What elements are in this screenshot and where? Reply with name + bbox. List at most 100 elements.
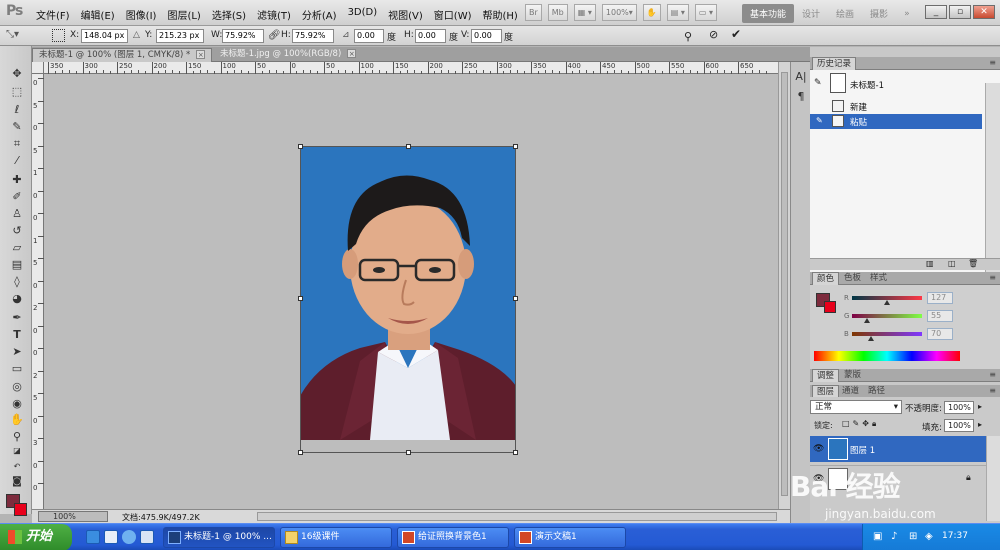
new-document-from-state-icon[interactable]: ▥ [926, 259, 934, 268]
document-horizontal-scrollbar[interactable] [257, 512, 777, 521]
transform-handle-tr[interactable] [513, 144, 518, 149]
tab-styles[interactable]: 样式 [866, 272, 891, 285]
fill-field[interactable]: 100% [944, 419, 974, 432]
hskew-field[interactable]: 0.00 [415, 29, 446, 43]
taskbar-ppt-2[interactable]: 演示文稿1 [514, 527, 626, 548]
r-slider-knob[interactable] [884, 300, 890, 305]
menu-help[interactable]: 帮助(H) [483, 7, 518, 22]
transform-handle-bl[interactable] [298, 450, 303, 455]
panel-menu-icon[interactable]: ≡ [989, 370, 996, 379]
quick-mask-icon[interactable]: ◙ [9, 474, 25, 490]
lock-options-icon[interactable]: □✎✥🔒︎ [842, 419, 879, 429]
3d-orbit-tool-icon[interactable]: ◉ [9, 396, 25, 412]
workspace-more-button[interactable]: » [896, 6, 918, 22]
fill-arrow-icon[interactable]: ▸ [978, 420, 982, 429]
tab-color[interactable]: 颜色 [812, 272, 840, 285]
history-brush-tool-icon[interactable]: ↺ [9, 223, 25, 239]
opacity-field[interactable]: 100% [944, 401, 974, 414]
workspace-design[interactable]: 设计 [794, 4, 828, 23]
menu-analysis[interactable]: 分析(A) [302, 7, 337, 22]
restore-button[interactable]: ▫ [949, 5, 971, 19]
menu-layer[interactable]: 图层(L) [167, 7, 200, 22]
eraser-tool-icon[interactable]: ▱ [9, 240, 25, 256]
move-tool-icon[interactable]: ✥ [9, 66, 25, 82]
panel-menu-icon[interactable]: ≡ [989, 386, 996, 395]
crop-tool-icon[interactable]: ⌗ [9, 136, 25, 152]
tab-close-icon[interactable]: × [347, 49, 357, 58]
delete-state-icon[interactable]: 🗑︎ [968, 259, 978, 268]
volume-icon[interactable]: ♪ [891, 531, 897, 542]
mini-bridge-button[interactable]: Mb [547, 4, 568, 21]
menu-filter[interactable]: 滤镜(T) [257, 7, 291, 22]
default-colors-icon[interactable]: ◪ ↶ [9, 443, 25, 471]
link-icon[interactable]: 🔗︎ [268, 30, 281, 41]
language-bar-icon[interactable]: ▣ [873, 531, 882, 542]
3d-rotate-tool-icon[interactable]: ◎ [9, 379, 25, 395]
zoom-level-select[interactable]: 100% ▾ [601, 4, 637, 21]
transform-handle-l[interactable] [298, 296, 303, 301]
taskbar-ppt-1[interactable]: 给证照换背景色1 [397, 527, 509, 548]
tab-swatches[interactable]: 色板 [840, 272, 865, 285]
history-item-new[interactable]: 新建 [810, 99, 982, 114]
pen-tool-icon[interactable]: ✒ [9, 310, 25, 326]
transform-handle-tl[interactable] [298, 144, 303, 149]
menu-select[interactable]: 选择(S) [212, 7, 246, 22]
tab-history[interactable]: 历史记录 [812, 57, 857, 70]
b-slider-knob[interactable] [867, 336, 874, 341]
layers-scrollbar[interactable] [986, 436, 1000, 521]
security-icon[interactable]: ◈ [925, 531, 933, 542]
taskbar-folder[interactable]: 16级课件 [280, 527, 392, 548]
tab-masks[interactable]: 蒙版 [840, 369, 865, 382]
x-field[interactable]: 148.04 px [81, 29, 128, 43]
screen-mode-button[interactable]: ▭ ▾ [694, 4, 717, 21]
menu-image[interactable]: 图像(I) [126, 7, 157, 22]
snapshot-label[interactable]: 未标题-1 [850, 79, 884, 91]
transform-handle-b[interactable] [406, 450, 411, 455]
snapshot-brush-icon[interactable]: ✎ [814, 78, 822, 88]
warp-mode-icon[interactable]: ⚲ [684, 30, 692, 43]
marquee-tool-icon[interactable]: ⬚ [9, 84, 25, 100]
color-background-swatch[interactable] [824, 301, 836, 313]
b-slider[interactable] [852, 332, 922, 336]
menu-edit[interactable]: 编辑(E) [81, 7, 115, 22]
workspace-photography[interactable]: 摄影 [862, 4, 896, 23]
history-item-paste[interactable]: ✎ 粘贴 [810, 114, 982, 129]
tab-document-1[interactable]: 未标题-1 @ 100% (图层 1, CMYK/8) * × [32, 48, 213, 62]
document-vertical-scrollbar[interactable] [778, 62, 790, 509]
visibility-eye-icon[interactable]: 👁︎ [813, 444, 824, 454]
transform-handle-br[interactable] [513, 450, 518, 455]
width-field[interactable]: 75.92% [222, 29, 264, 43]
relative-position-icon[interactable]: △ [133, 30, 140, 40]
quicklaunch-ie-icon[interactable] [122, 530, 136, 544]
hand-tool-button[interactable]: ✋ [642, 4, 661, 21]
start-button[interactable]: 开始 [0, 524, 72, 550]
network-icon[interactable]: ⊞ [909, 531, 917, 542]
path-select-tool-icon[interactable]: ➤ [9, 344, 25, 360]
tab-close-icon[interactable]: × [196, 50, 206, 59]
vskew-field[interactable]: 0.00 [471, 29, 502, 43]
y-field[interactable]: 215.23 px [156, 29, 204, 43]
g-slider-knob[interactable] [864, 318, 871, 323]
g-slider[interactable] [852, 314, 922, 318]
horizontal-ruler[interactable]: 350 300 250 200 150 100 50 0 50 100 150 200 250 300 35… [44, 62, 778, 74]
quicklaunch-show-desktop-icon[interactable] [140, 530, 154, 544]
tab-adjustments[interactable]: 调整 [812, 369, 840, 382]
color-spectrum-ramp[interactable] [814, 351, 960, 361]
menu-window[interactable]: 窗口(W) [434, 7, 472, 22]
tool-preset-icon[interactable]: ⤡▾ [6, 29, 19, 40]
quick-select-tool-icon[interactable]: ✎ [9, 119, 25, 135]
r-value-field[interactable]: 127 [927, 292, 953, 304]
background-color-swatch[interactable] [14, 503, 27, 516]
dodge-tool-icon[interactable]: ◕ [9, 291, 25, 307]
tab-document-2[interactable]: 未标题-1.jpg @ 100%(RGB/8) × [214, 48, 362, 62]
history-brush-source-icon[interactable]: ✎ [816, 116, 823, 125]
vertical-ruler[interactable]: 0505100150200250300 [32, 74, 44, 509]
workspace-painting[interactable]: 绘画 [828, 4, 862, 23]
close-button[interactable]: ✕ [973, 5, 995, 19]
panel-menu-icon[interactable]: ≡ [989, 58, 996, 67]
panel-menu-icon[interactable]: ≡ [989, 273, 996, 282]
transform-handle-r[interactable] [513, 296, 518, 301]
transform-handle-t[interactable] [406, 144, 411, 149]
reference-point-icon[interactable] [52, 29, 65, 42]
g-value-field[interactable]: 55 [927, 310, 953, 322]
